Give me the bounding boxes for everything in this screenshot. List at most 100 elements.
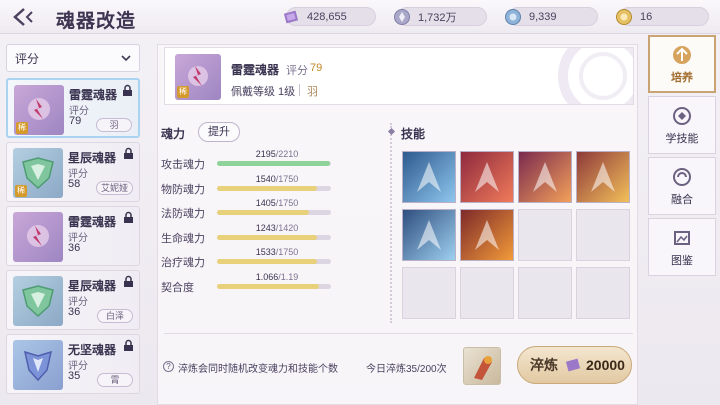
currency-value: 1,732万 [418,11,457,24]
weapon-owner: 羽 [307,86,318,98]
blue-coin-icon [503,7,523,27]
tab-label: 培养 [671,71,693,84]
lock-icon[interactable] [121,84,134,97]
daily-refine-count: 今日淬炼35/200次 [366,364,447,375]
rarity-badge: 稀 [15,185,27,197]
sort-filter-dropdown[interactable]: 评分 [6,44,140,72]
lock-icon[interactable] [122,275,135,288]
stat-max: /1750 [275,198,299,208]
cultivate-icon [673,45,691,64]
soul-weapon-card[interactable]: 星辰魂器 评分 36 白泽 [6,270,140,330]
rarity-badge: 稀 [177,86,189,98]
stat-current: 1533 [255,247,276,257]
fire-wolf-skill-icon [475,220,499,250]
power-section-title: 魂力 [161,127,186,141]
selected-weapon-header: 稀 雷霆魂器 评分 79 佩戴等级 1级 羽 [164,47,634,105]
stat-value: 1243/1420 [221,223,333,233]
tab-label: 融合 [671,193,693,206]
currency-silver[interactable]: 1,732万 [394,7,487,26]
empty-skill-slot [576,209,630,261]
stat-bar-track [217,210,331,215]
crystal-icon [281,7,301,27]
tab-cultivate[interactable]: 培养 [648,35,716,93]
top-bar: 魂器改造 428,655 1,732万 9,339 16 [0,0,720,34]
lock-icon[interactable] [122,147,135,160]
empty-skill-slot [402,267,456,319]
stat-row: 治疗魂力 1533/1750 [161,247,341,269]
upgrade-button[interactable]: 提升 [198,122,240,142]
stat-bar-fill [217,161,331,166]
flame-blade-skill-icon[interactable] [576,151,630,203]
weapon-score: 79 [310,62,323,74]
tab-learn-skill[interactable]: 学技能 [648,96,716,154]
refine-cost: 20000 [586,357,625,373]
owner-tag: 白泽 [97,309,133,323]
fire-wolf-skill-icon[interactable] [460,209,514,261]
crystal-icon [565,358,581,372]
soul-weapon-list[interactable]: 稀 雷霆魂器 评分 79 羽 稀 星辰魂器 评分 58 艾妮娅 雷霆魂器 评分 … [6,78,140,405]
currency-value: 428,655 [307,10,347,23]
rarity-badge: 稀 [16,122,28,134]
section-divider [390,123,392,323]
stat-value: 2195/2210 [221,149,333,159]
stat-max: /1750 [275,247,299,257]
stat-row: 法防魂力 1405/1750 [161,198,341,220]
lock-icon[interactable] [122,339,135,352]
back-button[interactable] [10,6,42,28]
fusion-icon [673,167,691,186]
learn-skill-icon [673,106,691,125]
owner-tag: 艾妮娅 [95,181,133,195]
soul-weapon-card[interactable]: 雷霆魂器 评分 36 [6,206,140,266]
flame-blade-skill-icon [591,162,615,192]
stat-max: /1.19 [278,271,299,282]
sword-rain-skill-icon[interactable] [518,151,572,203]
lock-icon[interactable] [122,211,135,224]
stat-max: /2210 [275,149,299,159]
currency-blue[interactable]: 9,339 [505,7,598,26]
refine-label: 淬炼 [530,357,558,373]
stat-max: /1750 [275,173,299,184]
tab-codex[interactable]: 图鉴 [648,218,716,276]
refine-material-icon[interactable] [463,347,501,385]
stat-current: 1540 [255,173,276,184]
stat-bar-fill [217,283,320,289]
stat-label: 生命魂力 [161,232,205,245]
currency-crystal[interactable]: 428,655 [283,7,376,26]
card-name: 星辰魂器 [68,151,117,165]
ice-shard-skill-icon[interactable] [402,151,456,203]
soul-weapon-card[interactable]: 无坚魂器 评分 35 霄 [6,334,140,394]
chevron-down-icon [121,55,131,62]
stat-value: 1533/1750 [221,247,333,257]
stat-label: 物防魂力 [161,183,205,196]
refine-button[interactable]: 淬炼 20000 [517,346,632,384]
stat-value: 1.066/1.19 [221,272,333,282]
tab-fusion[interactable]: 融合 [648,157,716,215]
stat-bar-track [217,234,331,240]
ice-shard-plus-skill-icon[interactable] [402,209,456,261]
thunder-soul-weapon-icon [13,212,63,262]
filter-label: 评分 [15,51,40,66]
stat-bar-track [217,185,331,191]
soul-weapon-card[interactable]: 稀 雷霆魂器 评分 79 羽 [6,78,140,138]
stat-row: 生命魂力 1243/1420 [161,223,341,245]
weapon-name: 雷霆魂器 [231,63,280,77]
back-arrow-icon [13,8,33,26]
currency-gold[interactable]: 16 [616,7,709,26]
stat-row: 物防魂力 1540/1750 [161,173,341,196]
card-score: 79 [69,115,82,127]
currency-value: 16 [640,10,653,23]
help-icon[interactable]: ? [163,361,174,372]
page-title: 魂器改造 [56,10,137,32]
meteor-strike-skill-icon[interactable] [460,151,514,203]
empty-skill-slot [576,267,630,319]
card-name: 无坚魂器 [68,343,117,357]
wear-level: 佩戴等级 1级 [231,86,296,98]
owner-tag: 羽 [96,118,132,132]
refine-hint: 淬炼会同时随机改变魂力和技能个数 [178,364,338,375]
card-score: 36 [68,242,81,254]
stat-current: 1.066 [255,271,279,282]
card-score: 58 [68,178,81,190]
card-score: 36 [68,306,81,318]
soul-weapon-card[interactable]: 稀 星辰魂器 评分 58 艾妮娅 [6,142,140,202]
skills-section-title: 技能 [401,127,426,141]
